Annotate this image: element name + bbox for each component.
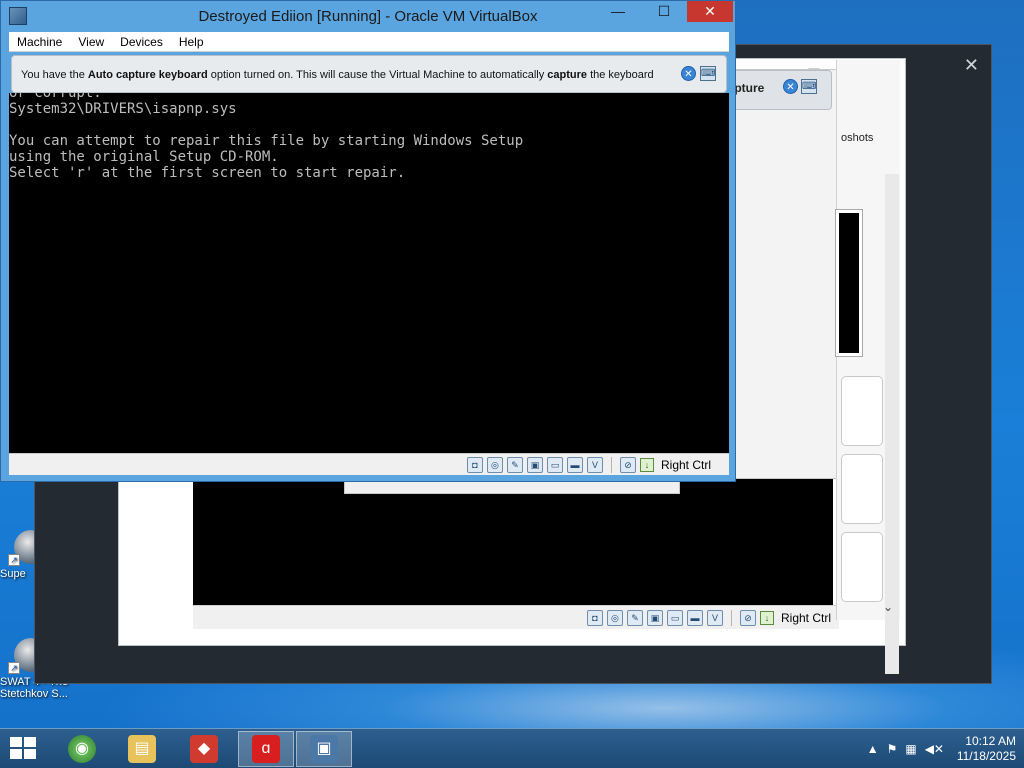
folder-icon: ▤ <box>128 735 156 763</box>
video-capture-icon[interactable]: V <box>706 609 723 626</box>
clock[interactable]: 10:12 AM 11/18/2025 <box>952 734 1016 764</box>
clock-time: 10:12 AM <box>965 734 1016 748</box>
separator <box>610 456 612 473</box>
menu-bar: Machine View Devices Help <box>9 32 729 52</box>
chevron-up-icon[interactable]: ▲ <box>867 742 879 756</box>
host-key-label: Right Ctrl <box>660 457 711 472</box>
network-icon[interactable]: ▦ <box>905 742 916 756</box>
minimize-button[interactable]: — <box>595 1 641 22</box>
vm-console-screen[interactable]: or corrupt: System32\DRIVERS\isapnp.sys … <box>9 93 729 453</box>
menu-help[interactable]: Help <box>171 35 212 49</box>
console-line: System32\DRIVERS\isapnp.sys <box>9 101 237 117</box>
close-button[interactable]: ✕ <box>687 1 733 22</box>
host-key-arrow-icon: ↓ <box>759 610 774 625</box>
title-bar[interactable]: Destroyed Ediion [Running] - Oracle VM V… <box>1 1 735 31</box>
console-line: using the original Setup CD-ROM. <box>9 149 279 165</box>
scrollbar[interactable] <box>885 174 899 674</box>
system-tray: ▲ ⚑ ▦ ◀✕ 10:12 AM 11/18/2025 <box>867 733 1016 765</box>
chevron-down-icon[interactable]: ⌄ <box>883 600 893 614</box>
taskbar-app-avira[interactable]: ɑ <box>238 731 294 767</box>
panel-box <box>841 454 883 524</box>
close-notice-icon[interactable]: ✕ <box>681 66 696 81</box>
console-line: Select 'r' at the first screen to start … <box>9 165 406 181</box>
close-notice-icon[interactable]: ✕ <box>783 79 798 94</box>
auto-capture-notice: You have the Auto capture keyboard optio… <box>11 55 727 93</box>
shortcut-arrow-icon: ↗ <box>8 662 20 674</box>
taskbar: ◉ ▤ ◆ ɑ ▣ ▲ ⚑ ▦ ◀✕ 10:12 AM 11/18/2025 <box>0 728 1024 768</box>
usb-icon[interactable]: ✎ <box>506 456 523 473</box>
panel-box <box>841 532 883 602</box>
vm-screen[interactable] <box>193 479 833 605</box>
taskbar-app-explorer[interactable]: ▤ <box>114 731 170 767</box>
panel-box <box>841 376 883 446</box>
separator <box>730 609 732 626</box>
virtualbox-icon: ▣ <box>310 735 338 763</box>
display-icon[interactable]: ▬ <box>566 456 583 473</box>
security-app-icon: ◆ <box>190 735 218 763</box>
desktop-icon-label: Supe <box>0 568 26 580</box>
close-icon[interactable]: ✕ <box>964 55 979 76</box>
taskbar-app-security[interactable]: ◆ <box>176 731 232 767</box>
action-center-icon[interactable]: ⚑ <box>887 742 898 756</box>
shared-folders-icon[interactable]: ▭ <box>666 609 683 626</box>
optical-drive-icon[interactable]: ◎ <box>606 609 623 626</box>
notice-text: option turned on. This will cause the Vi… <box>207 69 548 81</box>
maximize-button[interactable]: ☐ <box>641 1 687 22</box>
mouse-integration-icon[interactable]: ⊘ <box>739 609 756 626</box>
network-icon[interactable]: ▣ <box>526 456 543 473</box>
display-icon[interactable]: ▬ <box>686 609 703 626</box>
menu-machine[interactable]: Machine <box>9 35 70 49</box>
hard-disk-icon[interactable]: ◘ <box>586 609 603 626</box>
side-panel <box>735 69 845 479</box>
notice-bold: Auto capture keyboard <box>87 69 208 81</box>
taskbar-app-browser[interactable]: ◉ <box>54 731 110 767</box>
network-icon[interactable]: ▣ <box>646 609 663 626</box>
vm-statusbar: ◘ ◎ ✎ ▣ ▭ ▬ V ⊘ ↓ Right Ctrl <box>193 605 839 629</box>
notice-text: You have the <box>21 69 88 81</box>
keyboard-capture-icon[interactable]: ⌨ <box>801 79 817 94</box>
notice-bold: capture <box>547 69 588 81</box>
console-line: You can attempt to repair this file by s… <box>9 133 524 149</box>
start-button[interactable] <box>10 737 38 761</box>
video-capture-icon[interactable]: V <box>586 456 603 473</box>
background-notice: capture ✕ ⌨ <box>720 70 832 110</box>
vm-statusbar: ◘ ◎ ✎ ▣ ▭ ▬ V ⊘ ↓ Right Ctrl <box>9 453 729 475</box>
menu-devices[interactable]: Devices <box>112 35 171 49</box>
optical-drive-icon[interactable]: ◎ <box>486 456 503 473</box>
usb-icon[interactable]: ✎ <box>626 609 643 626</box>
notice-text: the keyboard <box>587 69 654 81</box>
hard-disk-icon[interactable]: ◘ <box>466 456 483 473</box>
host-key-label: Right Ctrl <box>780 610 831 625</box>
menu-view[interactable]: View <box>70 35 112 49</box>
snapshots-label: oshots <box>841 132 874 144</box>
windows-logo-icon <box>10 737 22 747</box>
host-key-arrow-icon: ↓ <box>639 457 654 472</box>
volume-muted-icon[interactable]: ◀✕ <box>925 742 944 756</box>
shortcut-arrow-icon: ↗ <box>8 554 20 566</box>
shared-folders-icon[interactable]: ▭ <box>546 456 563 473</box>
browser-icon: ◉ <box>68 735 96 763</box>
mouse-integration-icon[interactable]: ⊘ <box>619 456 636 473</box>
keyboard-capture-icon[interactable]: ⌨ <box>700 66 716 81</box>
console-line: or corrupt: <box>9 93 102 101</box>
vm-preview-thumbnail <box>836 210 862 356</box>
virtualbox-window[interactable]: Destroyed Ediion [Running] - Oracle VM V… <box>0 0 736 482</box>
taskbar-app-virtualbox[interactable]: ▣ <box>296 731 352 767</box>
avira-icon: ɑ <box>252 735 280 763</box>
clock-date: 11/18/2025 <box>956 749 1016 763</box>
